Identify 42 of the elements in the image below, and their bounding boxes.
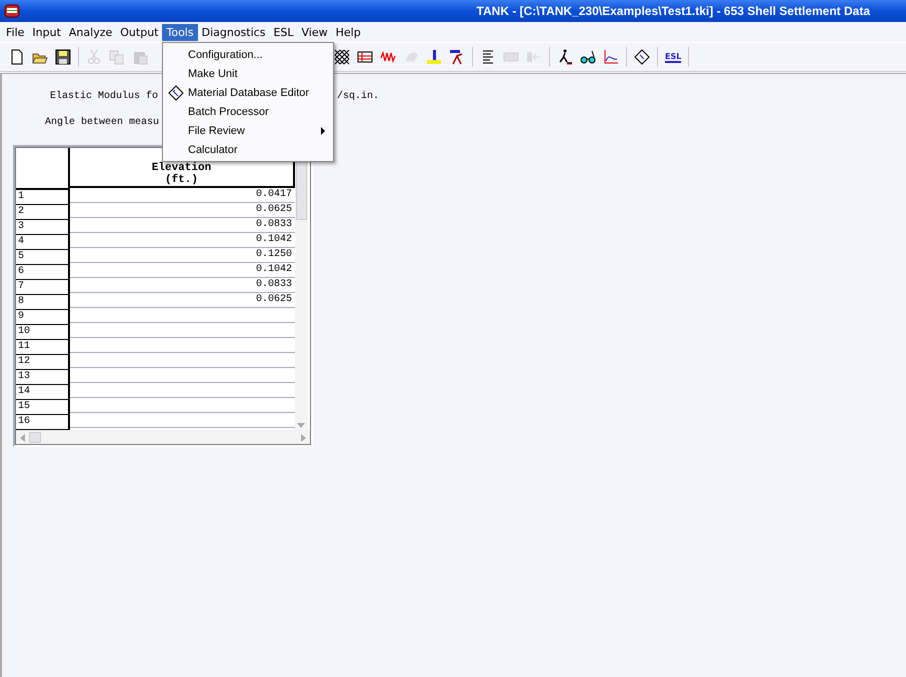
menu-item[interactable]: View (298, 24, 332, 40)
row-number: 15 (16, 400, 70, 415)
menu-item[interactable]: Output (116, 24, 162, 40)
table-cell[interactable]: 0.0833 (70, 278, 295, 293)
table-cell[interactable]: 0.0833 (70, 218, 295, 233)
menu-item[interactable]: Batch Processor (163, 102, 333, 121)
window-title: TANK - [C:\TANK_230\Examples\Test1.tki] - 653 Shell Settlement Data (476, 4, 870, 18)
menu-item[interactable]: Tools (162, 24, 198, 40)
row-number: 8 (16, 295, 70, 310)
table-cell[interactable]: 0.1042 (70, 233, 295, 248)
table-cell[interactable]: 0.1042 (70, 263, 295, 278)
menu-item[interactable]: Make Unit (163, 64, 333, 83)
field-label: Angle between measu (45, 117, 160, 128)
menu-item[interactable]: Analyze (64, 24, 116, 40)
row-number: 2 (16, 205, 70, 220)
row-number: 6 (16, 265, 70, 280)
row-number: 13 (16, 370, 70, 385)
field-label: Elastic Modulus fo (50, 91, 158, 102)
menu-item[interactable]: Material Database Editor (163, 83, 333, 102)
esl-button[interactable]: ESL (665, 52, 682, 62)
menu-item[interactable]: ESL (269, 24, 298, 40)
row-number: 3 (16, 220, 70, 235)
menu-item[interactable]: File (2, 24, 28, 40)
menu-item[interactable]: File Review (163, 121, 333, 140)
menu-item[interactable]: Diagnostics (198, 24, 270, 40)
menu-item[interactable]: Help (332, 24, 365, 40)
row-number: 7 (16, 280, 70, 295)
row-number: 11 (16, 340, 70, 355)
unit-label: /sq.in. (337, 91, 380, 102)
row-number: 14 (16, 385, 70, 400)
table-cell[interactable]: 0.0417 (70, 188, 295, 203)
row-number: 10 (16, 325, 70, 340)
row-number: 5 (16, 250, 70, 265)
menu-item[interactable]: Configuration... (163, 45, 333, 64)
table-cell[interactable]: 0.1250 (70, 248, 295, 263)
row-number: 9 (16, 310, 70, 325)
menu-item[interactable]: Input (28, 24, 65, 40)
row-number: 4 (16, 235, 70, 250)
row-number: 12 (16, 355, 70, 370)
table-cell[interactable]: 0.0625 (70, 293, 295, 308)
table-cell[interactable]: 0.0625 (70, 203, 295, 218)
row-number: 1 (16, 190, 70, 205)
